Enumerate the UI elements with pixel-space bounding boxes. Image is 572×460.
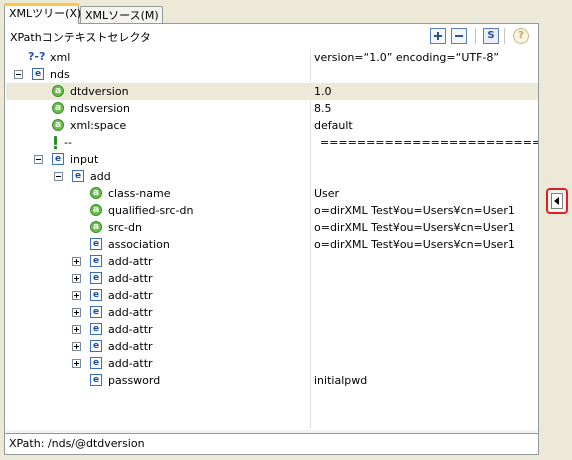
- expand-toggle-icon[interactable]: [72, 325, 81, 334]
- tree-row[interactable]: a dtdversion 1.0: [6, 83, 538, 100]
- node-name: add-attr: [108, 357, 153, 370]
- collapse-toggle-icon[interactable]: [54, 172, 63, 181]
- element-icon: e: [72, 170, 84, 182]
- tree-row[interactable]: e add-attr: [6, 304, 538, 321]
- node-value: o=dirXML Test¥ou=Users¥cn=User1: [314, 238, 515, 251]
- toolbar-divider: [475, 28, 476, 44]
- attribute-icon: a: [52, 102, 64, 114]
- xpath-status-text: XPath: /nds/@dtdversion: [9, 437, 145, 450]
- node-name: --: [64, 136, 72, 149]
- restore-view-button[interactable]: [546, 188, 568, 214]
- node-value: initialpwd: [314, 374, 368, 387]
- tree-row[interactable]: a class-name User: [6, 185, 538, 202]
- node-name: add-attr: [108, 340, 153, 353]
- tree-row[interactable]: e add-attr: [6, 338, 538, 355]
- collapse-toggle-icon[interactable]: [14, 70, 23, 79]
- element-icon: e: [90, 323, 102, 335]
- node-name: add-attr: [108, 255, 153, 268]
- element-icon: e: [90, 306, 102, 318]
- panel-header: XPathコンテキストセレクタ S ?: [5, 24, 538, 47]
- node-name: ndsversion: [70, 102, 130, 115]
- node-value: o=dirXML Test¥ou=Users¥cn=User1: [314, 204, 515, 217]
- node-value: default: [314, 119, 353, 132]
- element-icon: e: [90, 238, 102, 250]
- node-name: dtdversion: [70, 85, 129, 98]
- tree-row[interactable]: e add-attr: [6, 253, 538, 270]
- panel-title: XPathコンテキストセレクタ: [10, 31, 151, 44]
- tree-row[interactable]: e password initialpwd: [6, 372, 538, 389]
- node-name: xml:space: [70, 119, 127, 132]
- xpath-context-selector-panel: XPathコンテキストセレクタ S ? ?-? xml version=“1.0” …: [4, 23, 539, 455]
- expand-toggle-icon[interactable]: [72, 274, 81, 283]
- tree-row[interactable]: -- ======================================…: [6, 134, 538, 151]
- tree-row[interactable]: e add-attr: [6, 270, 538, 287]
- node-name: src-dn: [108, 221, 142, 234]
- tree-row[interactable]: e add: [6, 168, 538, 185]
- tab-xml-tree[interactable]: XMLツリー(X): [4, 3, 81, 24]
- node-value: 1.0: [314, 85, 332, 98]
- node-value: ========================================…: [320, 136, 538, 149]
- tree-row[interactable]: e add-attr: [6, 321, 538, 338]
- node-name: qualified-src-dn: [108, 204, 194, 217]
- collapse-all-icon[interactable]: [451, 28, 467, 44]
- collapse-toggle-icon[interactable]: [34, 155, 43, 164]
- expand-toggle-icon[interactable]: [72, 291, 81, 300]
- tree-row[interactable]: a src-dn o=dirXML Test¥ou=Users¥cn=User1: [6, 219, 538, 236]
- toolbar-divider: [504, 28, 505, 44]
- tree-row[interactable]: a qualified-src-dn o=dirXML Test¥ou=Users¥…: [6, 202, 538, 219]
- element-icon: e: [32, 68, 44, 80]
- node-name: association: [108, 238, 170, 251]
- processing-instruction-icon: ?-?: [28, 50, 46, 63]
- node-value: 8.5: [314, 102, 332, 115]
- node-name: class-name: [108, 187, 171, 200]
- expand-toggle-icon[interactable]: [72, 257, 81, 266]
- attribute-icon: a: [52, 85, 64, 97]
- status-bar: XPath: /nds/@dtdversion: [5, 433, 538, 454]
- node-name: add-attr: [108, 272, 153, 285]
- tree-row[interactable]: ?-? xml version=“1.0” encoding=“UTF-8”: [6, 49, 538, 66]
- tree-rows: ?-? xml version=“1.0” encoding=“UTF-8” e nds…: [6, 49, 538, 429]
- expand-all-icon[interactable]: [430, 28, 446, 44]
- tree-row[interactable]: e input: [6, 151, 538, 168]
- node-value: o=dirXML Test¥ou=Users¥cn=User1: [314, 221, 515, 234]
- element-icon: e: [90, 255, 102, 267]
- node-name: xml: [50, 51, 71, 64]
- attribute-icon: a: [90, 204, 102, 216]
- restore-view-icon: [551, 193, 563, 209]
- node-name: add: [90, 170, 111, 183]
- xml-tree-view[interactable]: ?-? xml version=“1.0” encoding=“UTF-8” e nds…: [6, 49, 538, 429]
- element-icon: e: [90, 357, 102, 369]
- tree-row[interactable]: e association o=dirXML Test¥ou=Users¥cn=Us…: [6, 236, 538, 253]
- comment-icon: [54, 136, 57, 149]
- help-icon[interactable]: ?: [513, 28, 529, 44]
- attribute-icon: a: [90, 187, 102, 199]
- element-icon: e: [52, 153, 64, 165]
- expand-toggle-icon[interactable]: [72, 359, 81, 368]
- node-name: input: [70, 153, 99, 166]
- node-name: nds: [50, 68, 70, 81]
- node-value: version=“1.0” encoding=“UTF-8”: [314, 51, 500, 64]
- schema-icon[interactable]: S: [483, 28, 499, 44]
- attribute-icon: a: [90, 221, 102, 233]
- element-icon: e: [90, 374, 102, 386]
- expand-toggle-icon[interactable]: [72, 342, 81, 351]
- node-name: add-attr: [108, 289, 153, 302]
- tree-row[interactable]: e add-attr: [6, 287, 538, 304]
- expand-toggle-icon[interactable]: [72, 308, 81, 317]
- element-icon: e: [90, 340, 102, 352]
- tree-row[interactable]: a ndsversion 8.5: [6, 100, 538, 117]
- tree-row[interactable]: e add-attr: [6, 355, 538, 372]
- attribute-icon: a: [52, 119, 64, 131]
- tab-xml-source[interactable]: XMLソース(M): [80, 6, 163, 23]
- node-name: add-attr: [108, 306, 153, 319]
- node-name: password: [108, 374, 161, 387]
- tree-row[interactable]: a xml:space default: [6, 117, 538, 134]
- tree-row[interactable]: e nds: [6, 66, 538, 83]
- node-value: User: [314, 187, 340, 200]
- element-icon: e: [90, 289, 102, 301]
- element-icon: e: [90, 272, 102, 284]
- node-name: add-attr: [108, 323, 153, 336]
